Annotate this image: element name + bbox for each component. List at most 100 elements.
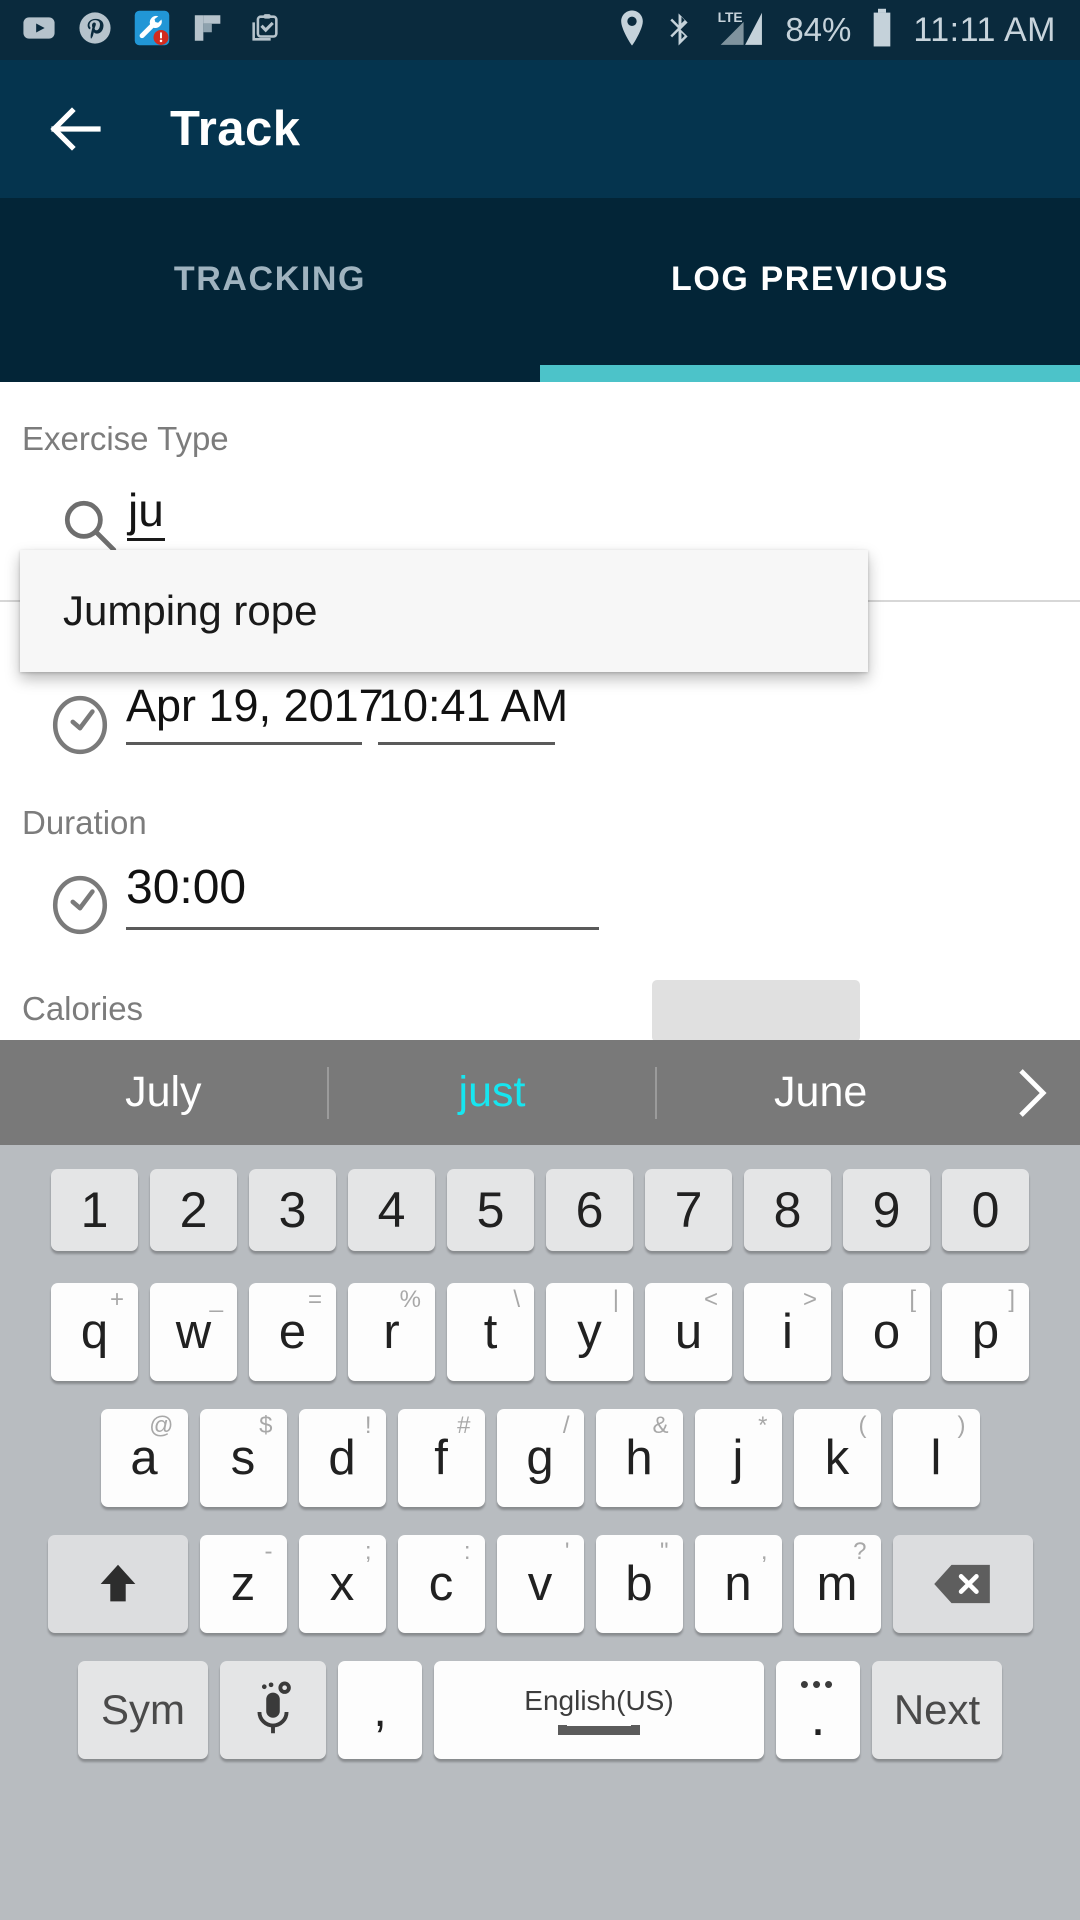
youtube-icon [22, 11, 56, 50]
key-a[interactable]: @ a [100, 1409, 188, 1507]
tab-indicator [540, 365, 1080, 382]
key-3[interactable]: 3 [249, 1169, 336, 1251]
clock-icon [49, 694, 111, 761]
key-b[interactable]: " b [595, 1535, 683, 1633]
suggestion-july[interactable]: July [0, 1068, 327, 1117]
app-bar: Track [0, 60, 1080, 198]
key-0[interactable]: 0 [942, 1169, 1029, 1251]
period-key[interactable]: ••• . [776, 1661, 860, 1759]
key-7[interactable]: 7 [645, 1169, 732, 1251]
symbols-key[interactable]: Sym [78, 1661, 208, 1759]
key-x[interactable]: ; x [298, 1535, 386, 1633]
datetime-row: Apr 19, 2017 10:41 AM [0, 680, 1080, 780]
keyboard-language-label: English(US) [524, 1685, 674, 1716]
back-button[interactable] [44, 97, 108, 161]
comma-key[interactable]: , [338, 1661, 422, 1759]
key-hint: $ [259, 1412, 273, 1439]
key-hint: ; [364, 1538, 372, 1565]
key-m[interactable]: ? m [793, 1535, 881, 1633]
key-g[interactable]: / g [496, 1409, 584, 1507]
key-label: r [383, 1305, 400, 1359]
soft-keyboard: July just June 1 2 3 4 5 6 7 8 9 0 + q _… [0, 1040, 1080, 1920]
key-hint: " [659, 1538, 669, 1565]
key-hint: / [562, 1412, 570, 1439]
key-label: c [428, 1557, 454, 1611]
keyboard-rows: 1 2 3 4 5 6 7 8 9 0 + q _ w = e % r \ t | y < u… [0, 1169, 1080, 1759]
key-l[interactable]: ) l [892, 1409, 980, 1507]
key-label: y [577, 1305, 602, 1359]
duration-label: Duration [22, 804, 147, 841]
spacebar-icon [558, 1725, 640, 1735]
key-f[interactable]: # f [397, 1409, 485, 1507]
duration-row: 30:00 [0, 861, 1080, 960]
key-hint: + [109, 1286, 124, 1313]
key-u[interactable]: < u [645, 1283, 732, 1381]
flipboard-icon [192, 11, 226, 50]
tab-bar: TRACKING LOG PREVIOUS [0, 198, 1080, 382]
key-hint: ( [858, 1412, 867, 1439]
voice-input-key[interactable] [220, 1661, 326, 1759]
key-label: d [328, 1431, 356, 1485]
key-label: v [527, 1557, 553, 1611]
key-z[interactable]: -z [199, 1535, 287, 1633]
key-hint: % [399, 1286, 421, 1313]
tab-log-previous[interactable]: LOG PREVIOUS [540, 198, 1080, 382]
status-bar-clock: 11:11 AM [913, 10, 1056, 49]
key-e[interactable]: = e [249, 1283, 336, 1381]
key-5[interactable]: 5 [447, 1169, 534, 1251]
key-hint: [ [909, 1286, 916, 1313]
tab-tracking[interactable]: TRACKING [0, 198, 540, 382]
key-k[interactable]: (k [793, 1409, 881, 1507]
space-key[interactable]: English(US) [434, 1661, 764, 1759]
key-hint: * [758, 1412, 768, 1439]
key-label: k [824, 1431, 850, 1485]
key-v[interactable]: ' v [496, 1535, 584, 1633]
key-r[interactable]: % r [348, 1283, 435, 1381]
key-d[interactable]: ! d [298, 1409, 386, 1507]
key-j[interactable]: * j [694, 1409, 782, 1507]
key-y[interactable]: | y [546, 1283, 633, 1381]
suggestion-item-jumping-rope[interactable]: Jumping rope [20, 587, 317, 635]
key-h[interactable]: & h [595, 1409, 683, 1507]
status-bar: LTE 84% 11:11 AM [0, 0, 1080, 60]
suggestion-june[interactable]: June [657, 1068, 984, 1117]
key-p[interactable]: ] p [942, 1283, 1029, 1381]
key-t[interactable]: \ t [447, 1283, 534, 1381]
key-hint: ! [364, 1412, 372, 1439]
calories-calculate-button[interactable] [652, 980, 860, 1042]
shift-key[interactable] [47, 1535, 188, 1633]
key-c[interactable]: :c [397, 1535, 485, 1633]
svg-text:LTE: LTE [718, 9, 743, 24]
key-s[interactable]: $ s [199, 1409, 287, 1507]
key-q[interactable]: + q [51, 1283, 138, 1381]
chevron-right-icon [1019, 1068, 1047, 1117]
key-2[interactable]: 2 [150, 1169, 237, 1251]
key-label: e [278, 1305, 307, 1359]
key-1[interactable]: 1 [51, 1169, 138, 1251]
key-hint: & [652, 1412, 669, 1439]
key-4[interactable]: 4 [348, 1169, 435, 1251]
time-input[interactable]: 10:41 AM [378, 680, 568, 745]
key-6[interactable]: 6 [546, 1169, 633, 1251]
key-label: n [724, 1557, 752, 1611]
key-9[interactable]: 9 [843, 1169, 930, 1251]
key-o[interactable]: [o [843, 1283, 930, 1381]
suggestion-just[interactable]: just [329, 1068, 656, 1117]
keyboard-row-asdf: @ a $ s ! d # f / g & h * j (k ) l [8, 1409, 1072, 1507]
keyboard-suggestion-strip: July just June [0, 1040, 1080, 1145]
date-input[interactable]: Apr 19, 2017 [126, 680, 384, 745]
key-8[interactable]: 8 [744, 1169, 831, 1251]
key-n[interactable]: ,n [694, 1535, 782, 1633]
autocomplete-dropdown[interactable]: Jumping rope [20, 550, 868, 672]
next-key[interactable]: Next [872, 1661, 1002, 1759]
key-label: i [782, 1305, 793, 1359]
key-label: g [526, 1431, 554, 1485]
page-title: Track [170, 102, 301, 156]
key-i[interactable]: > i [744, 1283, 831, 1381]
backspace-key[interactable] [892, 1535, 1033, 1633]
key-hint: @ [149, 1412, 174, 1439]
key-hint: : [463, 1538, 471, 1565]
expand-suggestions-button[interactable] [984, 1067, 1080, 1119]
duration-input[interactable]: 30:00 [126, 860, 599, 930]
key-w[interactable]: _ w [150, 1283, 237, 1381]
